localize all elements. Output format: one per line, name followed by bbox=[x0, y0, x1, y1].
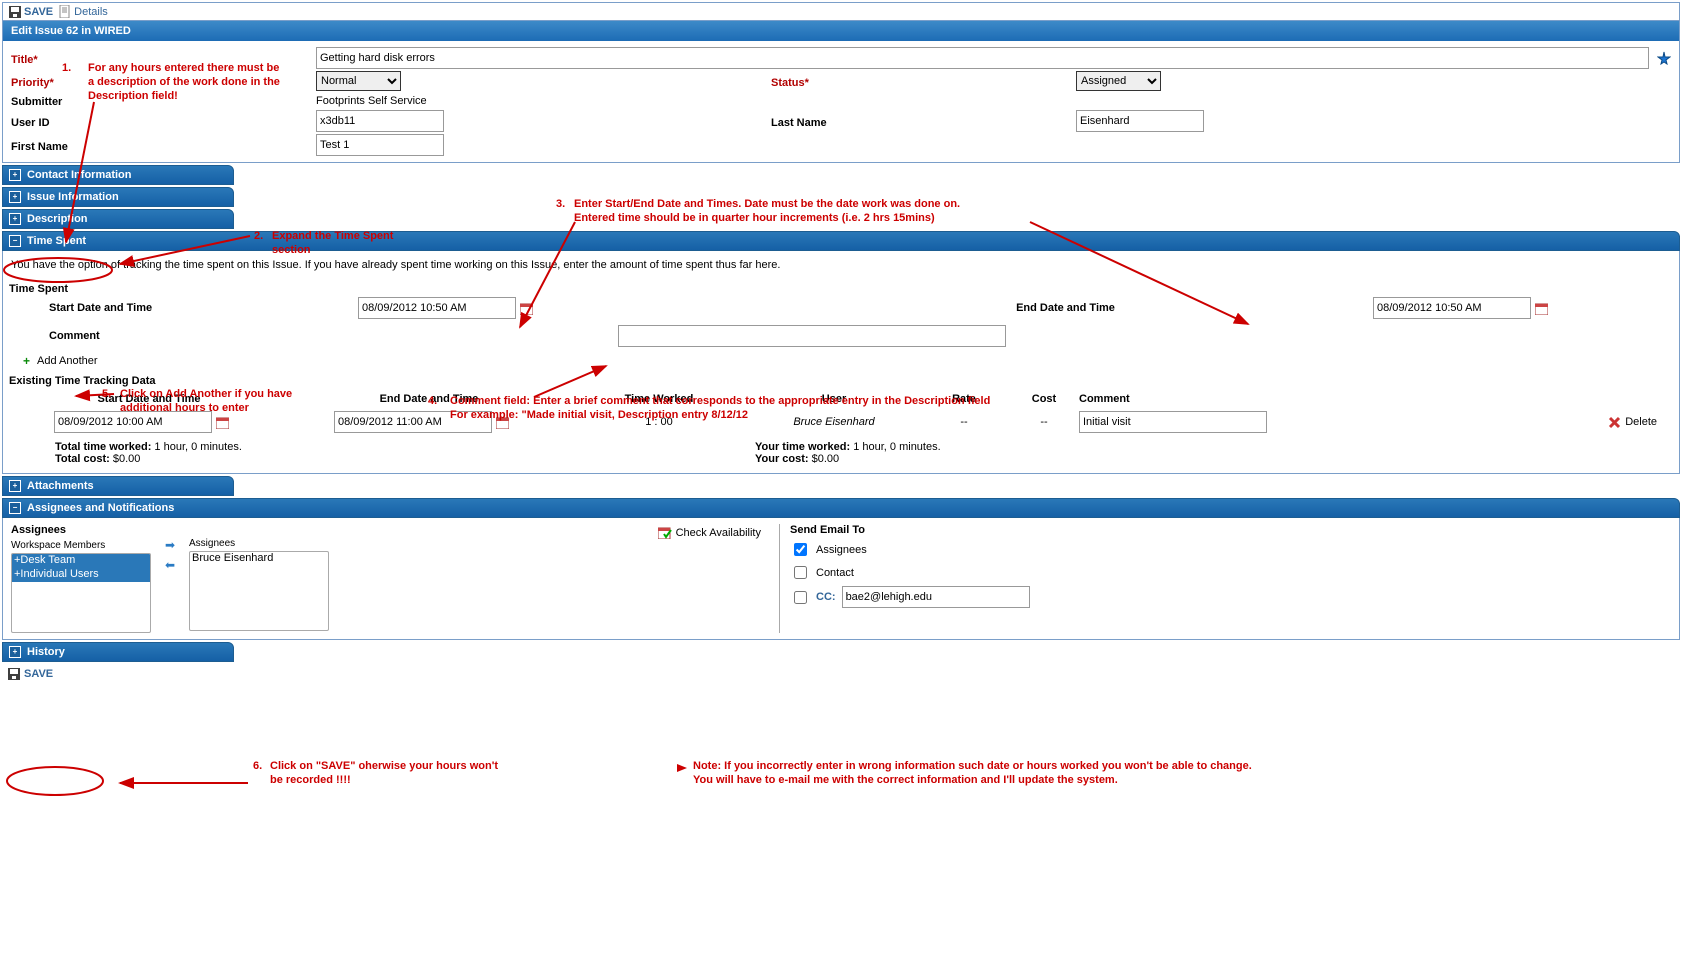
time-spent-intro: You have the option of tracking the time… bbox=[3, 251, 1679, 279]
end-datetime-input[interactable] bbox=[1373, 297, 1531, 319]
save-button-bottom[interactable]: SAVE bbox=[8, 668, 53, 680]
title-label: Title* bbox=[11, 51, 311, 66]
row-user: Bruce Eisenhard bbox=[749, 416, 919, 428]
save-icon bbox=[8, 668, 20, 680]
existing-header-row: Start Date and Time End Date and Time Ti… bbox=[3, 389, 1679, 409]
assignees-col-label: Assignees bbox=[189, 538, 329, 549]
calendar-icon[interactable] bbox=[1535, 302, 1548, 315]
save-button-top[interactable]: SAVE bbox=[9, 6, 53, 18]
anno-note2: You will have to e-mail me with the corr… bbox=[693, 774, 1118, 786]
expand-icon: + bbox=[9, 213, 21, 225]
page: SAVE Details Edit Issue 62 in WIRED Titl… bbox=[0, 2, 1682, 690]
start-datetime-input[interactable] bbox=[358, 297, 516, 319]
existing-row: 1 : 00 Bruce Eisenhard -- -- Delete bbox=[3, 409, 1679, 441]
start-head: Start Date and Time bbox=[9, 302, 354, 314]
section-description[interactable]: +Description bbox=[2, 209, 234, 229]
lastname-label: Last Name bbox=[771, 114, 1071, 129]
workspace-members-list[interactable]: +Desk Team +Individual Users bbox=[11, 553, 151, 633]
collapse-icon: − bbox=[9, 502, 21, 514]
section-issue[interactable]: +Issue Information bbox=[2, 187, 234, 207]
section-history[interactable]: +History bbox=[2, 642, 234, 662]
top-toolbar-region: SAVE Details Edit Issue 62 in WIRED Titl… bbox=[2, 2, 1680, 163]
calendar-icon[interactable] bbox=[216, 416, 229, 429]
comment-input[interactable] bbox=[618, 325, 1006, 347]
end-head: End Date and Time bbox=[762, 302, 1369, 314]
row-rate: -- bbox=[919, 416, 1009, 428]
collapse-icon: − bbox=[9, 235, 21, 247]
cb-assignees[interactable] bbox=[794, 543, 807, 556]
send-email-title: Send Email To bbox=[790, 524, 1671, 536]
anno-3a: Enter Start/End Date and Times. Date mus… bbox=[574, 198, 960, 210]
assign-left-arrow[interactable]: ⬅ bbox=[161, 558, 179, 572]
row-comment-input[interactable] bbox=[1079, 411, 1267, 433]
plus-icon bbox=[23, 356, 33, 366]
cc-input[interactable] bbox=[842, 586, 1030, 608]
document-icon bbox=[59, 5, 71, 18]
anno-3n: 3. bbox=[556, 198, 565, 210]
section-time-spent[interactable]: −Time Spent bbox=[2, 231, 1680, 251]
assignees-body: Assignees Workspace Members +Desk Team +… bbox=[2, 518, 1680, 640]
save-icon bbox=[9, 6, 21, 18]
status-select[interactable]: Assigned bbox=[1076, 71, 1161, 91]
cb-contact[interactable] bbox=[794, 566, 807, 579]
row-start-input[interactable] bbox=[54, 411, 212, 433]
anno-6b: be recorded !!!! bbox=[270, 774, 351, 786]
calendar-icon[interactable] bbox=[496, 416, 509, 429]
userid-label: User ID bbox=[11, 114, 311, 129]
priority-select[interactable]: Normal bbox=[316, 71, 401, 91]
calendar-icon[interactable] bbox=[520, 302, 533, 315]
edit-title-text: Edit Issue 62 in WIRED bbox=[11, 25, 131, 37]
totals-block: Total time worked: 1 hour, 0 minutes. To… bbox=[3, 441, 1679, 473]
cc-label: CC: bbox=[816, 591, 836, 603]
assignees-title: Assignees bbox=[11, 524, 151, 536]
save-label: SAVE bbox=[24, 6, 53, 18]
time-spent-heading: Time Spent bbox=[9, 283, 1679, 295]
submitter-value: Footprints Self Service bbox=[316, 95, 771, 107]
anno-note: Note: If you incorrectly enter in wrong … bbox=[693, 760, 1252, 772]
row-tw: 1 : 00 bbox=[569, 416, 749, 428]
row-end-input[interactable] bbox=[334, 411, 492, 433]
firstname-label: First Name bbox=[11, 138, 311, 153]
wsm-label: Workspace Members bbox=[11, 540, 151, 551]
delete-icon bbox=[1608, 416, 1621, 429]
status-label: Status* bbox=[771, 74, 1071, 89]
section-contact[interactable]: +Contact Information bbox=[2, 165, 234, 185]
existing-heading: Existing Time Tracking Data bbox=[9, 375, 1679, 387]
star-icon[interactable] bbox=[1657, 51, 1671, 65]
lastname-input[interactable] bbox=[1076, 110, 1204, 132]
details-label: Details bbox=[74, 6, 108, 18]
submitter-label: Submitter bbox=[11, 93, 311, 108]
expand-icon: + bbox=[9, 191, 21, 203]
form-region: Title* Priority* Normal Status* Assigned… bbox=[3, 41, 1679, 162]
anno-6n: 6. bbox=[253, 760, 262, 772]
title-input[interactable] bbox=[316, 47, 1649, 69]
row-delete[interactable]: Delete bbox=[1279, 416, 1673, 429]
top-toolbar: SAVE Details bbox=[3, 3, 1679, 21]
anno-3b: Entered time should be in quarter hour i… bbox=[574, 212, 935, 224]
anno-6a: Click on "SAVE" oherwise your hours won'… bbox=[270, 760, 498, 772]
expand-icon: + bbox=[9, 169, 21, 181]
expand-icon: + bbox=[9, 480, 21, 492]
add-another-link[interactable]: Add Another bbox=[3, 351, 1679, 371]
calendar-check-icon bbox=[658, 526, 672, 539]
cb-cc[interactable] bbox=[794, 591, 807, 604]
firstname-input[interactable] bbox=[316, 134, 444, 156]
assign-right-arrow[interactable]: ➡ bbox=[161, 538, 179, 552]
assignees-list[interactable]: Bruce Eisenhard bbox=[189, 551, 329, 631]
check-availability-link[interactable]: Check Availability bbox=[658, 526, 771, 539]
section-assignees[interactable]: −Assignees and Notifications bbox=[2, 498, 1680, 518]
priority-label: Priority* bbox=[11, 74, 311, 89]
userid-input[interactable] bbox=[316, 110, 444, 132]
edit-title-bar: Edit Issue 62 in WIRED bbox=[3, 21, 1679, 41]
section-attachments[interactable]: +Attachments bbox=[2, 476, 234, 496]
expand-icon: + bbox=[9, 646, 21, 658]
time-spent-body: You have the option of tracking the time… bbox=[2, 251, 1680, 474]
add-another-label: Add Another bbox=[37, 355, 98, 367]
details-button[interactable]: Details bbox=[59, 5, 108, 18]
row-cost: -- bbox=[1009, 416, 1079, 428]
comment-label: Comment bbox=[9, 330, 354, 342]
